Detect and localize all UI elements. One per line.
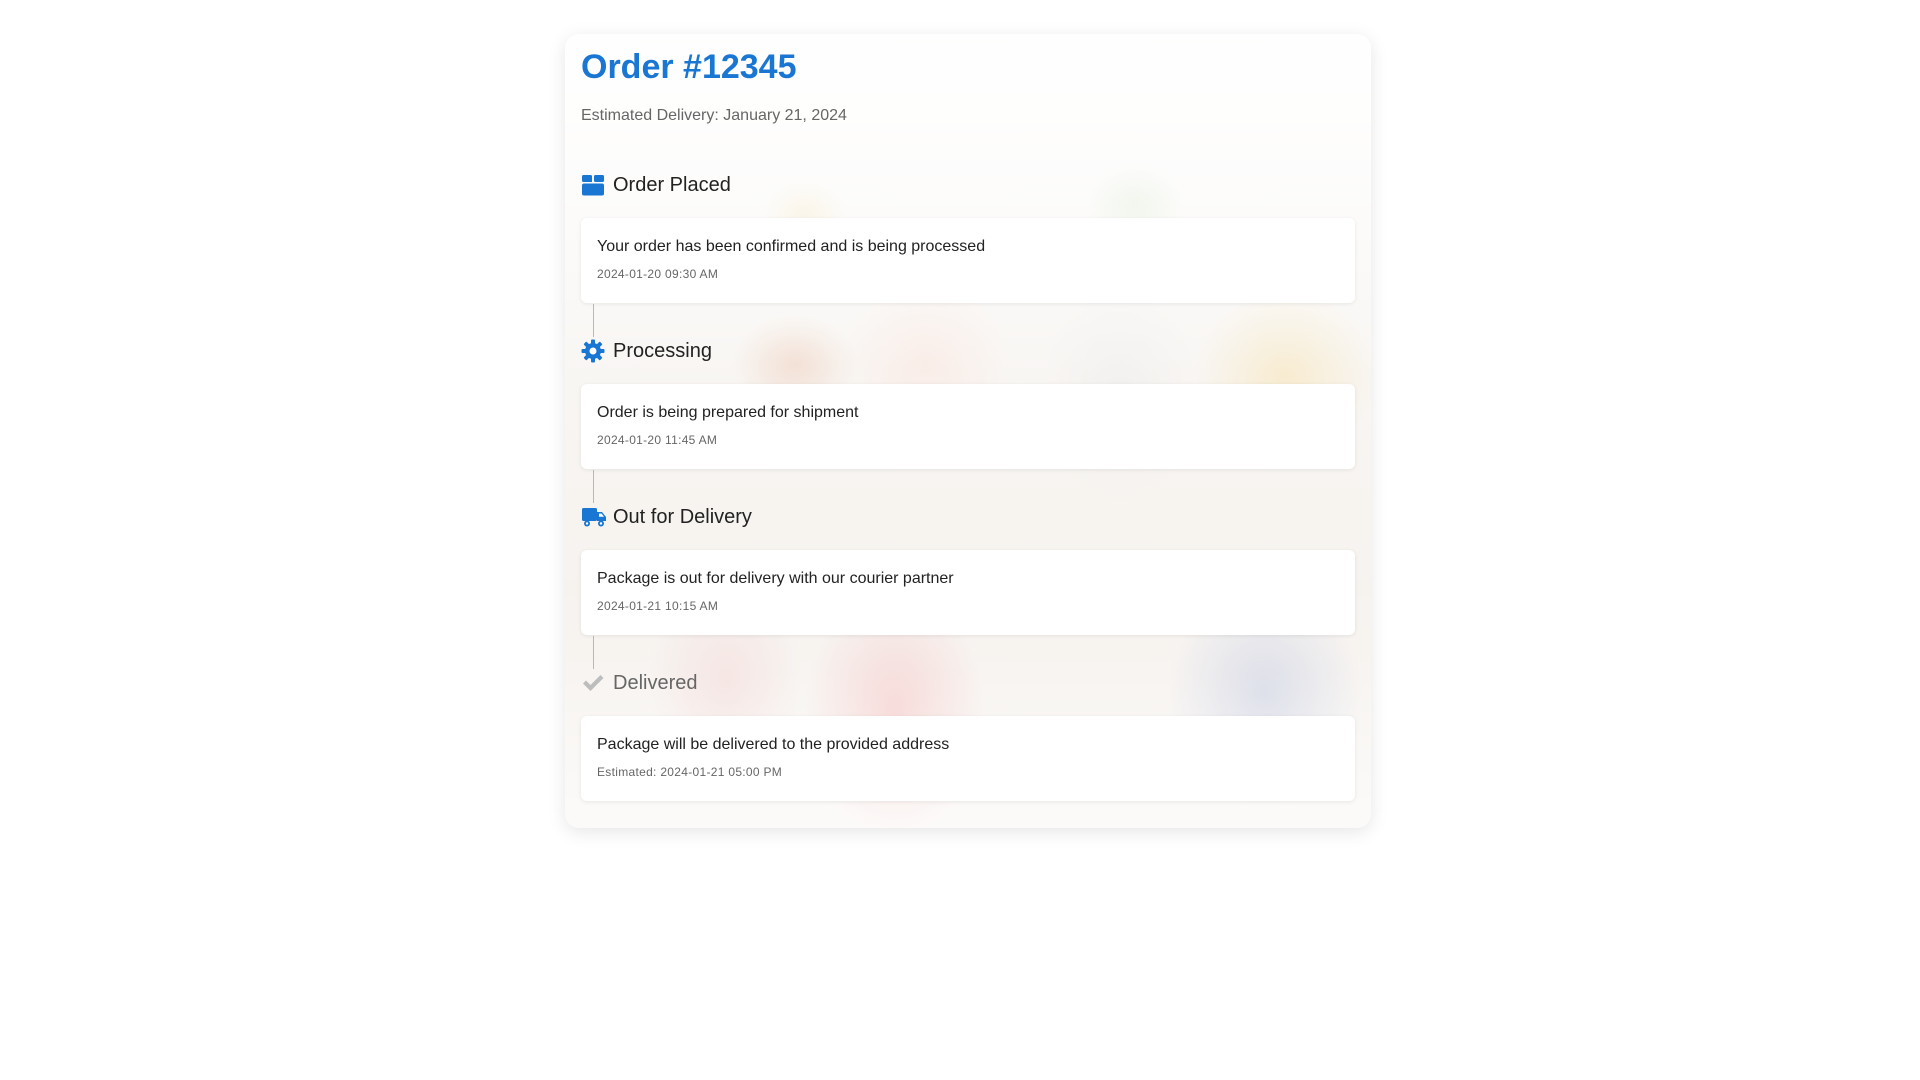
step-label: Out for Delivery — [613, 505, 752, 528]
step-label: Order Placed — [613, 173, 731, 196]
step-timestamp: 2024-01-20 09:30 AM — [597, 267, 719, 281]
check-icon — [581, 670, 607, 696]
order-title: Order #12345 — [581, 48, 797, 86]
step-description: Package will be delivered to the provide… — [597, 736, 950, 753]
step-description: Order is being prepared for shipment — [597, 404, 859, 421]
step-label: Processing — [613, 339, 712, 362]
step-label: Delivered — [613, 671, 698, 694]
gear-icon — [581, 338, 607, 364]
step-description: Your order has been confirmed and is bei… — [597, 238, 986, 255]
order-tracking-card: Order #12345 Estimated Delivery: January… — [565, 34, 1371, 828]
timeline-connector — [593, 470, 594, 503]
step-header: Processing — [581, 336, 712, 366]
step-detail-box: Package is out for delivery with our cou… — [581, 550, 1355, 635]
timeline-connector — [593, 304, 594, 337]
step-timestamp: Estimated: 2024-01-21 05:00 PM — [597, 765, 783, 779]
step-detail-box: Package will be delivered to the provide… — [581, 716, 1355, 801]
step-header: Order Placed — [581, 170, 731, 200]
step-detail-box: Order is being prepared for shipment 202… — [581, 384, 1355, 469]
step-header: Out for Delivery — [581, 502, 752, 532]
step-timestamp: 2024-01-20 11:45 AM — [597, 433, 718, 447]
truck-icon — [581, 504, 607, 530]
step-description: Package is out for delivery with our cou… — [597, 570, 954, 587]
estimated-delivery: Estimated Delivery: January 21, 2024 — [581, 107, 847, 124]
step-header: Delivered — [581, 668, 697, 698]
timeline-connector — [593, 636, 594, 669]
step-timestamp: 2024-01-21 10:15 AM — [597, 599, 719, 613]
step-detail-box: Your order has been confirmed and is bei… — [581, 218, 1355, 303]
box-icon — [581, 172, 607, 198]
